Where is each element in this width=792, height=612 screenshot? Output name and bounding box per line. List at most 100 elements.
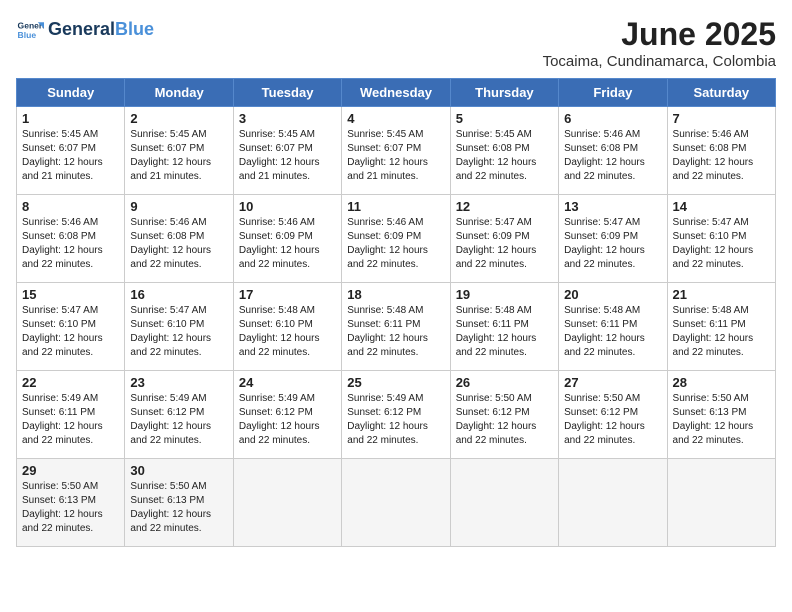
title-area: June 2025 Tocaima, Cundinamarca, Colombi…	[543, 16, 776, 70]
calendar-cell: 8 Sunrise: 5:46 AM Sunset: 6:08 PM Daylig…	[17, 195, 125, 283]
weekday-header-tuesday: Tuesday	[233, 79, 341, 107]
day-number: 6	[564, 111, 661, 126]
day-info: Sunrise: 5:45 AM Sunset: 6:07 PM Dayligh…	[130, 128, 227, 184]
calendar-cell	[450, 459, 558, 547]
calendar-cell: 7 Sunrise: 5:46 AM Sunset: 6:08 PM Daylig…	[667, 107, 775, 195]
calendar-cell: 18 Sunrise: 5:48 AM Sunset: 6:11 PM Dayli…	[342, 283, 450, 371]
calendar-cell: 3 Sunrise: 5:45 AM Sunset: 6:07 PM Daylig…	[233, 107, 341, 195]
month-title: June 2025	[543, 16, 776, 53]
day-number: 9	[130, 199, 227, 214]
weekday-header-sunday: Sunday	[17, 79, 125, 107]
calendar-cell: 12 Sunrise: 5:47 AM Sunset: 6:09 PM Dayli…	[450, 195, 558, 283]
day-info: Sunrise: 5:48 AM Sunset: 6:11 PM Dayligh…	[456, 304, 553, 360]
day-info: Sunrise: 5:46 AM Sunset: 6:09 PM Dayligh…	[347, 216, 444, 272]
day-number: 18	[347, 287, 444, 302]
day-info: Sunrise: 5:50 AM Sunset: 6:12 PM Dayligh…	[456, 392, 553, 448]
day-info: Sunrise: 5:46 AM Sunset: 6:09 PM Dayligh…	[239, 216, 336, 272]
day-info: Sunrise: 5:45 AM Sunset: 6:08 PM Dayligh…	[456, 128, 553, 184]
day-info: Sunrise: 5:48 AM Sunset: 6:11 PM Dayligh…	[347, 304, 444, 360]
day-info: Sunrise: 5:49 AM Sunset: 6:12 PM Dayligh…	[130, 392, 227, 448]
calendar-week-row: 15 Sunrise: 5:47 AM Sunset: 6:10 PM Dayli…	[17, 283, 776, 371]
calendar-cell: 1 Sunrise: 5:45 AM Sunset: 6:07 PM Daylig…	[17, 107, 125, 195]
calendar-cell: 4 Sunrise: 5:45 AM Sunset: 6:07 PM Daylig…	[342, 107, 450, 195]
day-info: Sunrise: 5:45 AM Sunset: 6:07 PM Dayligh…	[22, 128, 119, 184]
day-info: Sunrise: 5:47 AM Sunset: 6:09 PM Dayligh…	[456, 216, 553, 272]
day-info: Sunrise: 5:45 AM Sunset: 6:07 PM Dayligh…	[347, 128, 444, 184]
calendar-cell: 9 Sunrise: 5:46 AM Sunset: 6:08 PM Daylig…	[125, 195, 233, 283]
day-info: Sunrise: 5:50 AM Sunset: 6:13 PM Dayligh…	[673, 392, 770, 448]
calendar-header-row: SundayMondayTuesdayWednesdayThursdayFrid…	[17, 79, 776, 107]
calendar-table: SundayMondayTuesdayWednesdayThursdayFrid…	[16, 78, 776, 547]
day-number: 27	[564, 375, 661, 390]
calendar-cell: 5 Sunrise: 5:45 AM Sunset: 6:08 PM Daylig…	[450, 107, 558, 195]
day-number: 12	[456, 199, 553, 214]
calendar-cell: 22 Sunrise: 5:49 AM Sunset: 6:11 PM Dayli…	[17, 371, 125, 459]
day-number: 19	[456, 287, 553, 302]
calendar-cell: 23Sunrise: 5:49 AM Sunset: 6:12 PM Dayli…	[125, 371, 233, 459]
day-info: Sunrise: 5:48 AM Sunset: 6:11 PM Dayligh…	[673, 304, 770, 360]
location-title: Tocaima, Cundinamarca, Colombia	[543, 53, 776, 70]
day-info: Sunrise: 5:45 AM Sunset: 6:07 PM Dayligh…	[239, 128, 336, 184]
calendar-cell: 28 Sunrise: 5:50 AM Sunset: 6:13 PM Dayli…	[667, 371, 775, 459]
logo-icon: General Blue	[16, 16, 44, 44]
calendar-cell: 11Sunrise: 5:46 AM Sunset: 6:09 PM Dayli…	[342, 195, 450, 283]
day-info: Sunrise: 5:47 AM Sunset: 6:10 PM Dayligh…	[673, 216, 770, 272]
day-info: Sunrise: 5:48 AM Sunset: 6:10 PM Dayligh…	[239, 304, 336, 360]
calendar-cell: 19 Sunrise: 5:48 AM Sunset: 6:11 PM Dayli…	[450, 283, 558, 371]
day-number: 4	[347, 111, 444, 126]
calendar-cell: 29 Sunrise: 5:50 AM Sunset: 6:13 PM Dayli…	[17, 459, 125, 547]
logo-text: GeneralBlue	[48, 20, 154, 40]
day-info: Sunrise: 5:46 AM Sunset: 6:08 PM Dayligh…	[22, 216, 119, 272]
calendar-week-row: 8 Sunrise: 5:46 AM Sunset: 6:08 PM Daylig…	[17, 195, 776, 283]
day-number: 1	[22, 111, 119, 126]
day-number: 28	[673, 375, 770, 390]
calendar-cell: 24 Sunrise: 5:49 AM Sunset: 6:12 PM Dayli…	[233, 371, 341, 459]
calendar-cell	[342, 459, 450, 547]
day-number: 24	[239, 375, 336, 390]
day-info: Sunrise: 5:50 AM Sunset: 6:13 PM Dayligh…	[22, 480, 119, 536]
day-info: Sunrise: 5:50 AM Sunset: 6:12 PM Dayligh…	[564, 392, 661, 448]
calendar-cell: 30Sunrise: 5:50 AM Sunset: 6:13 PM Dayli…	[125, 459, 233, 547]
calendar-cell: 14 Sunrise: 5:47 AM Sunset: 6:10 PM Dayli…	[667, 195, 775, 283]
day-info: Sunrise: 5:47 AM Sunset: 6:10 PM Dayligh…	[22, 304, 119, 360]
day-number: 8	[22, 199, 119, 214]
weekday-header-friday: Friday	[559, 79, 667, 107]
calendar-cell	[667, 459, 775, 547]
weekday-header-thursday: Thursday	[450, 79, 558, 107]
day-number: 3	[239, 111, 336, 126]
calendar-cell: 25Sunrise: 5:49 AM Sunset: 6:12 PM Dayli…	[342, 371, 450, 459]
day-info: Sunrise: 5:46 AM Sunset: 6:08 PM Dayligh…	[564, 128, 661, 184]
day-number: 17	[239, 287, 336, 302]
day-number: 10	[239, 199, 336, 214]
day-info: Sunrise: 5:46 AM Sunset: 6:08 PM Dayligh…	[130, 216, 227, 272]
logo: General Blue GeneralBlue	[16, 16, 154, 44]
day-number: 16	[130, 287, 227, 302]
weekday-header-saturday: Saturday	[667, 79, 775, 107]
day-number: 15	[22, 287, 119, 302]
page-header: General Blue GeneralBlue June 2025 Tocai…	[16, 16, 776, 70]
calendar-cell: 17 Sunrise: 5:48 AM Sunset: 6:10 PM Dayli…	[233, 283, 341, 371]
day-number: 25	[347, 375, 444, 390]
day-info: Sunrise: 5:49 AM Sunset: 6:12 PM Dayligh…	[239, 392, 336, 448]
day-number: 13	[564, 199, 661, 214]
day-info: Sunrise: 5:49 AM Sunset: 6:11 PM Dayligh…	[22, 392, 119, 448]
day-number: 14	[673, 199, 770, 214]
day-number: 5	[456, 111, 553, 126]
calendar-week-row: 22 Sunrise: 5:49 AM Sunset: 6:11 PM Dayli…	[17, 371, 776, 459]
weekday-header-monday: Monday	[125, 79, 233, 107]
weekday-header-wednesday: Wednesday	[342, 79, 450, 107]
day-number: 2	[130, 111, 227, 126]
calendar-cell: 6 Sunrise: 5:46 AM Sunset: 6:08 PM Daylig…	[559, 107, 667, 195]
calendar-cell: 2 Sunrise: 5:45 AM Sunset: 6:07 PM Daylig…	[125, 107, 233, 195]
day-number: 22	[22, 375, 119, 390]
day-number: 29	[22, 463, 119, 478]
calendar-week-row: 29 Sunrise: 5:50 AM Sunset: 6:13 PM Dayli…	[17, 459, 776, 547]
calendar-cell: 27 Sunrise: 5:50 AM Sunset: 6:12 PM Dayli…	[559, 371, 667, 459]
calendar-cell	[233, 459, 341, 547]
calendar-cell	[559, 459, 667, 547]
calendar-cell: 10 Sunrise: 5:46 AM Sunset: 6:09 PM Dayli…	[233, 195, 341, 283]
day-info: Sunrise: 5:47 AM Sunset: 6:09 PM Dayligh…	[564, 216, 661, 272]
day-info: Sunrise: 5:50 AM Sunset: 6:13 PM Dayligh…	[130, 480, 227, 536]
day-info: Sunrise: 5:46 AM Sunset: 6:08 PM Dayligh…	[673, 128, 770, 184]
day-number: 7	[673, 111, 770, 126]
